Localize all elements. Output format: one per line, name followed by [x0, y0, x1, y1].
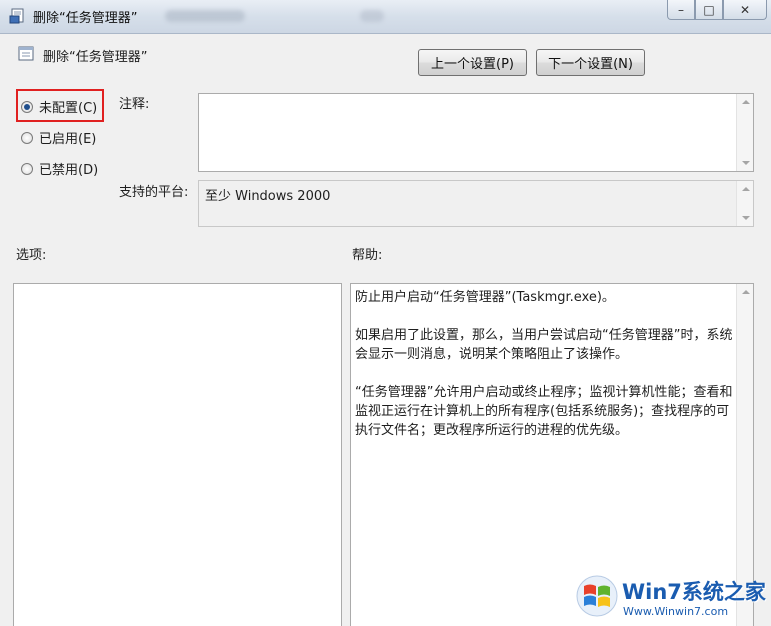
close-button[interactable]: ✕	[723, 0, 767, 20]
help-paragraph: 如果启用了此设置，那么，当用户尝试启动“任务管理器”时，系统会显示一则消息，说明…	[355, 328, 733, 362]
platform-value: 至少 Windows 2000	[205, 189, 331, 204]
policy-title: 删除“任务管理器”	[43, 50, 148, 65]
comment-scrollbar[interactable]	[736, 94, 753, 171]
radio-button[interactable]	[21, 131, 33, 144]
previous-setting-button[interactable]: 上一个设置(P)	[418, 49, 527, 76]
window-controls: – □ ✕	[667, 0, 767, 20]
radio-label: 未配置(C)	[39, 101, 98, 116]
scroll-up-icon[interactable]	[742, 100, 750, 104]
minimize-button[interactable]: –	[667, 0, 695, 20]
radio-not-configured[interactable]: 未配置(C)	[21, 97, 97, 116]
help-label: 帮助:	[352, 248, 383, 263]
maximize-button[interactable]: □	[695, 0, 723, 20]
watermark-brand: Win7系统之家	[622, 580, 766, 604]
next-setting-button[interactable]: 下一个设置(N)	[536, 49, 645, 76]
platform-scrollbar[interactable]	[736, 181, 753, 226]
watermark-url: Www.Winwin7.com	[623, 605, 729, 618]
platform-label: 支持的平台:	[119, 185, 189, 200]
radio-enabled[interactable]: 已启用(E)	[21, 128, 96, 147]
radio-label: 已禁用(D)	[39, 163, 99, 178]
policy-document-icon	[18, 46, 34, 61]
help-paragraph: 防止用户启动“任务管理器”(Taskmgr.exe)。	[355, 290, 615, 305]
scroll-down-icon[interactable]	[742, 161, 750, 165]
help-paragraph: “任务管理器”允许用户启动或终止程序；监视计算机性能；查看和监视正运行在计算机上…	[355, 385, 733, 438]
blurred-title-area	[165, 10, 245, 22]
radio-label: 已启用(E)	[39, 132, 97, 147]
radio-button[interactable]	[21, 100, 33, 113]
windows-logo-icon	[576, 575, 618, 617]
policy-document-icon	[9, 8, 24, 24]
options-panel	[13, 283, 342, 626]
watermark: Win7系统之家 Www.Winwin7.com	[575, 570, 770, 626]
blurred-title-area	[360, 10, 384, 22]
radio-disabled[interactable]: 已禁用(D)	[21, 159, 98, 178]
window-titlebar[interactable]: 删除“任务管理器” – □ ✕	[0, 0, 771, 34]
help-text: 防止用户启动“任务管理器”(Taskmgr.exe)。 如果启用了此设置，那么，…	[355, 288, 733, 459]
scroll-down-icon[interactable]	[742, 216, 750, 220]
comment-label: 注释:	[119, 97, 150, 112]
comment-textarea[interactable]	[198, 93, 754, 172]
scroll-up-icon[interactable]	[742, 187, 750, 191]
window-title: 删除“任务管理器”	[33, 11, 138, 26]
radio-button[interactable]	[21, 162, 33, 175]
scroll-up-icon[interactable]	[742, 290, 750, 294]
platform-field: 至少 Windows 2000	[198, 180, 754, 227]
options-label: 选项:	[16, 248, 47, 263]
